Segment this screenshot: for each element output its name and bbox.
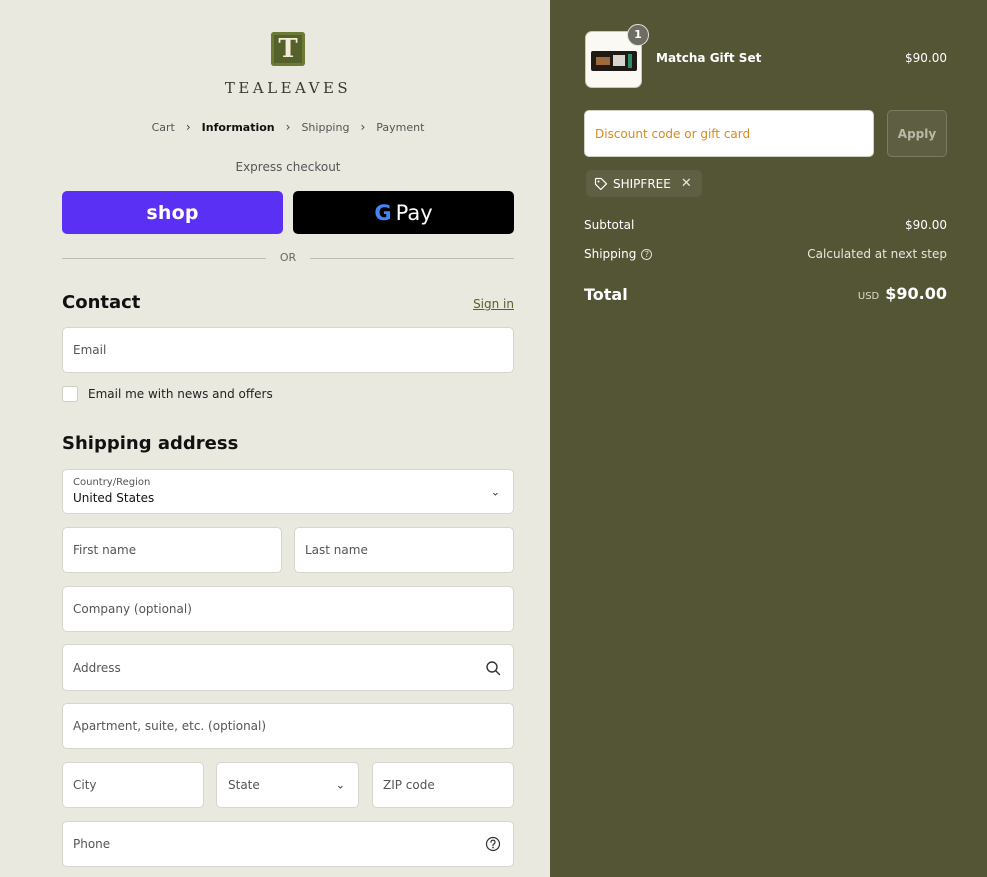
address-field[interactable] (62, 644, 514, 691)
city-field[interactable] (62, 762, 204, 808)
brand-name[interactable]: TEALEAVES (200, 79, 376, 97)
total-label: Total (584, 285, 628, 304)
company-field[interactable] (62, 586, 514, 632)
shop-pay-button[interactable]: shop (62, 191, 283, 234)
newsletter-label: Email me with news and offers (88, 387, 273, 401)
google-pay-label: Pay (395, 200, 433, 225)
brand-logo-icon[interactable]: T (271, 32, 305, 66)
country-select[interactable]: Country/Region United States ⌄ (62, 469, 514, 514)
product-price: $90.00 (905, 51, 947, 65)
or-text: OR (266, 251, 310, 264)
checkout-form-panel: T TEALEAVES Cart › Information › Shippin… (0, 0, 550, 877)
country-value: United States (73, 491, 155, 505)
discount-input[interactable] (595, 111, 865, 156)
shipping-row: Shipping? (584, 247, 653, 261)
express-checkout-label: Express checkout (235, 160, 341, 174)
subtotal-label: Subtotal (584, 218, 635, 232)
breadcrumb-shipping: Shipping (301, 120, 350, 134)
quantity-badge: 1 (627, 24, 649, 46)
total-value: $90.00 (885, 284, 947, 303)
chevron-right-icon: › (360, 120, 366, 134)
phone-input[interactable] (73, 822, 503, 866)
total-value-group: USD $90.00 (787, 284, 947, 303)
first-name-field[interactable] (62, 527, 282, 573)
state-label: State (228, 778, 260, 792)
first-name-input[interactable] (73, 528, 271, 572)
chevron-down-icon: ⌄ (335, 778, 345, 792)
newsletter-option[interactable]: Email me with news and offers (62, 386, 273, 402)
chevron-right-icon: › (285, 120, 291, 134)
last-name-field[interactable] (294, 527, 514, 573)
discount-code: SHIPFREE (613, 176, 671, 191)
google-g-icon: G (374, 200, 392, 225)
shipping-address-title: Shipping address (62, 433, 239, 454)
newsletter-checkbox[interactable] (62, 386, 78, 402)
email-input[interactable] (73, 328, 503, 372)
discount-field[interactable] (584, 110, 874, 157)
breadcrumb-information: Information (201, 120, 275, 134)
google-pay-button[interactable]: G Pay (293, 191, 514, 234)
contact-title: Contact (62, 292, 141, 313)
shipping-value: Calculated at next step (807, 247, 947, 261)
email-field[interactable] (62, 327, 514, 373)
breadcrumb-payment: Payment (376, 120, 425, 134)
address-input[interactable] (73, 645, 503, 690)
shop-pay-label: shop (146, 201, 199, 224)
discount-tag: SHIPFREE ✕ (586, 170, 702, 197)
product-name: Matcha Gift Set (656, 51, 762, 65)
search-icon[interactable] (485, 660, 501, 676)
breadcrumb-cart[interactable]: Cart (150, 121, 177, 134)
help-circle-icon[interactable] (485, 836, 501, 852)
country-label: Country/Region (73, 477, 151, 488)
last-name-input[interactable] (305, 528, 503, 572)
help-icon[interactable]: ? (641, 249, 653, 260)
currency-code: USD (857, 291, 880, 302)
apartment-input[interactable] (73, 704, 503, 748)
apply-button[interactable]: Apply (887, 110, 947, 157)
chevron-down-icon: ⌄ (490, 485, 500, 498)
sign-in-link[interactable]: Sign in (468, 297, 514, 311)
product-image (591, 51, 637, 71)
chevron-right-icon: › (185, 120, 191, 134)
company-input[interactable] (73, 587, 503, 631)
subtotal-value: $90.00 (905, 218, 947, 232)
shipping-label: Shipping (584, 247, 637, 261)
logo-letter: T (278, 34, 298, 64)
zip-field[interactable] (372, 762, 514, 808)
apartment-field[interactable] (62, 703, 514, 749)
close-icon[interactable]: ✕ (681, 176, 692, 191)
zip-input[interactable] (383, 763, 503, 807)
city-input[interactable] (73, 763, 193, 807)
breadcrumb: Cart › Information › Shipping › Payment (0, 120, 550, 134)
state-select[interactable]: State ⌄ (216, 762, 359, 808)
tag-icon (594, 177, 608, 190)
phone-field[interactable] (62, 821, 514, 867)
